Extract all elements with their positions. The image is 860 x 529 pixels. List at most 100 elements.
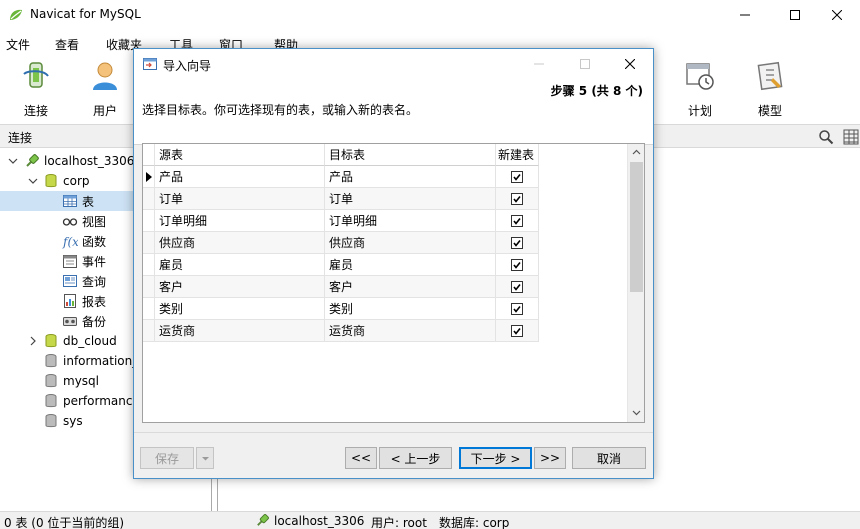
new-table-checkbox[interactable] bbox=[511, 281, 523, 293]
table-icon bbox=[63, 195, 77, 207]
tree-db-corp[interactable]: corp bbox=[43, 171, 90, 191]
source-cell: 运货商 bbox=[155, 320, 325, 342]
maximize-button[interactable] bbox=[772, 0, 818, 30]
table-row[interactable]: 产品 产品 bbox=[143, 166, 539, 188]
menu-view[interactable]: 查看 bbox=[55, 36, 79, 53]
new-table-checkbox[interactable] bbox=[511, 215, 523, 227]
previous-step-button[interactable]: < 上一步 bbox=[379, 447, 452, 469]
navicat-logo-icon bbox=[10, 9, 22, 20]
tree-item-views[interactable]: 视图 bbox=[62, 211, 106, 231]
target-table-grid: 源表 目标表 新建表 产品 产品 订单 订单 订单明细 订单明细 供应商 供应商 bbox=[142, 143, 645, 423]
new-table-cell bbox=[496, 232, 539, 254]
target-cell[interactable]: 雇员 bbox=[325, 254, 496, 276]
table-row[interactable]: 供应商 供应商 bbox=[143, 232, 539, 254]
save-dropdown-button[interactable] bbox=[196, 447, 214, 469]
tree-connection[interactable]: localhost_3306 bbox=[24, 151, 134, 171]
target-cell[interactable]: 类别 bbox=[325, 298, 496, 320]
checkmark-icon bbox=[513, 174, 521, 181]
table-row[interactable]: 客户 客户 bbox=[143, 276, 539, 298]
target-cell[interactable]: 客户 bbox=[325, 276, 496, 298]
save-button[interactable]: 保存 bbox=[140, 447, 194, 469]
target-cell[interactable]: 订单明细 bbox=[325, 210, 496, 232]
next-step-button[interactable]: 下一步 > bbox=[459, 447, 532, 469]
chevron-right-icon[interactable] bbox=[28, 336, 38, 346]
row-indicator bbox=[143, 276, 155, 298]
table-row[interactable]: 运货商 运货商 bbox=[143, 320, 539, 342]
tree-db-label: performanc bbox=[63, 394, 133, 408]
grid-header-new[interactable]: 新建表 bbox=[496, 144, 539, 166]
new-table-checkbox[interactable] bbox=[511, 325, 523, 337]
new-table-cell bbox=[496, 276, 539, 298]
dialog-minimize-button bbox=[516, 49, 562, 79]
chevron-up-icon[interactable] bbox=[632, 148, 641, 157]
new-table-checkbox[interactable] bbox=[511, 259, 523, 271]
search-icon[interactable] bbox=[818, 129, 834, 145]
target-cell[interactable]: 产品 bbox=[325, 166, 496, 188]
tree-item-functions-label: 函数 bbox=[82, 234, 107, 249]
scrollbar-thumb[interactable] bbox=[630, 162, 643, 292]
table-row[interactable]: 订单 订单 bbox=[143, 188, 539, 210]
model-icon bbox=[757, 61, 783, 91]
function-icon: f(x) bbox=[62, 235, 78, 249]
tree-item-queries[interactable]: 查询 bbox=[62, 271, 106, 291]
database-icon bbox=[45, 374, 57, 388]
new-table-checkbox[interactable] bbox=[511, 193, 523, 205]
tree-item-views-label: 视图 bbox=[82, 214, 107, 229]
tree-item-backups[interactable]: 备份 bbox=[62, 311, 106, 331]
svg-text:f(x): f(x) bbox=[62, 235, 78, 249]
target-cell[interactable]: 供应商 bbox=[325, 232, 496, 254]
tree-db-performance-schema[interactable]: performanc bbox=[43, 391, 132, 411]
grid-vertical-scrollbar[interactable] bbox=[627, 144, 644, 422]
new-table-checkbox[interactable] bbox=[511, 237, 523, 249]
query-icon bbox=[63, 275, 77, 287]
target-cell[interactable]: 订单 bbox=[325, 188, 496, 210]
first-step-button[interactable]: << bbox=[345, 447, 377, 469]
new-table-checkbox[interactable] bbox=[511, 171, 523, 183]
new-table-checkbox[interactable] bbox=[511, 303, 523, 315]
cancel-button[interactable]: 取消 bbox=[572, 447, 646, 469]
grid-header-target[interactable]: 目标表 bbox=[325, 144, 496, 166]
schedule-calendar-icon bbox=[686, 63, 714, 90]
source-cell: 供应商 bbox=[155, 232, 325, 254]
tree-db-label: mysql bbox=[63, 374, 99, 388]
tree-db-mysql[interactable]: mysql bbox=[43, 371, 99, 391]
minimize-button[interactable] bbox=[722, 0, 768, 30]
target-cell[interactable]: 运货商 bbox=[325, 320, 496, 342]
event-calendar-icon bbox=[63, 255, 77, 268]
source-cell: 产品 bbox=[155, 166, 325, 188]
grid-header-source[interactable]: 源表 bbox=[155, 144, 325, 166]
tree-db-sys[interactable]: sys bbox=[43, 411, 83, 431]
status-database: 数据库: corp bbox=[439, 516, 510, 529]
toolbar-schedule-button[interactable]: 计划 bbox=[676, 60, 724, 119]
toolbar-user-label: 用户 bbox=[92, 104, 117, 118]
dialog-maximize-button bbox=[562, 49, 608, 79]
chevron-down-icon[interactable] bbox=[632, 408, 641, 417]
tree-db-db-cloud[interactable]: db_cloud bbox=[43, 331, 117, 351]
toolbar-model-button[interactable]: 模型 bbox=[746, 60, 794, 119]
tree-item-reports[interactable]: 报表 bbox=[62, 291, 106, 311]
grid-view-icon[interactable] bbox=[843, 129, 859, 145]
tree-item-functions[interactable]: f(x) 函数 bbox=[62, 231, 106, 251]
table-row[interactable]: 类别 类别 bbox=[143, 298, 539, 320]
table-row[interactable]: 订单明细 订单明细 bbox=[143, 210, 539, 232]
close-window-button[interactable] bbox=[814, 0, 860, 30]
toolbar-user-button[interactable]: 用户 bbox=[81, 60, 129, 119]
maximize-icon bbox=[580, 59, 590, 69]
tree-item-reports-label: 报表 bbox=[82, 294, 107, 309]
menu-file[interactable]: 文件 bbox=[6, 36, 30, 53]
dialog-footer: 保存 << < 上一步 下一步 > >> 取消 bbox=[134, 432, 653, 478]
database-icon bbox=[45, 354, 57, 368]
tree-db-information-schema[interactable]: information_ bbox=[43, 351, 138, 371]
backup-icon bbox=[63, 317, 77, 326]
main-titlebar: Navicat for MySQL bbox=[0, 0, 860, 30]
tree-item-events[interactable]: 事件 bbox=[62, 251, 106, 271]
dialog-close-button[interactable] bbox=[607, 49, 653, 79]
chevron-down-icon[interactable] bbox=[28, 176, 38, 186]
toolbar-connect-button[interactable]: 连接 bbox=[12, 60, 60, 119]
chevron-down-icon bbox=[201, 456, 209, 460]
grid-header-row: 源表 目标表 新建表 bbox=[143, 144, 539, 166]
last-step-button[interactable]: >> bbox=[534, 447, 566, 469]
table-row[interactable]: 雇员 雇员 bbox=[143, 254, 539, 276]
tree-item-queries-label: 查询 bbox=[82, 274, 107, 289]
chevron-down-icon[interactable] bbox=[8, 156, 18, 166]
